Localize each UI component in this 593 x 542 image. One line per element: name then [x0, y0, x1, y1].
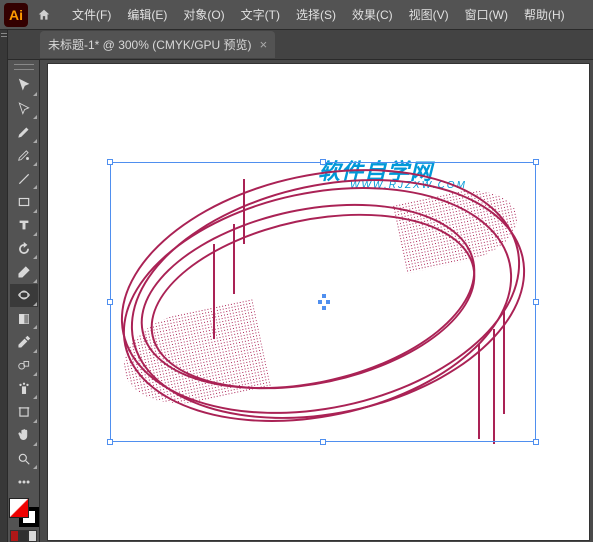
handle-ml[interactable]	[107, 299, 113, 305]
menu-effect[interactable]: 效果(C)	[344, 6, 401, 23]
handle-mr[interactable]	[533, 299, 539, 305]
menu-object[interactable]: 对象(O)	[175, 6, 232, 23]
menu-view[interactable]: 视图(V)	[401, 6, 457, 23]
handle-bl[interactable]	[107, 439, 113, 445]
direct-selection-tool[interactable]	[10, 97, 38, 120]
symbol-sprayer-tool[interactable]	[10, 377, 38, 400]
panel-grip-icon[interactable]	[1, 33, 7, 38]
toolbar	[8, 60, 40, 542]
hand-tool[interactable]	[10, 424, 38, 447]
zoom-tool[interactable]	[10, 447, 38, 470]
menu-window[interactable]: 窗口(W)	[457, 6, 516, 23]
width-tool[interactable]	[10, 284, 38, 307]
type-tool[interactable]	[10, 214, 38, 237]
artboard[interactable]: 软件自学网 WWW.RJZXW.COM	[48, 64, 589, 540]
rectangle-tool[interactable]	[10, 190, 38, 213]
blend-tool[interactable]	[10, 354, 38, 377]
panel-strip	[0, 30, 8, 542]
curvature-tool[interactable]	[10, 144, 38, 167]
tab-close-icon[interactable]: ×	[260, 37, 268, 52]
menu-select[interactable]: 选择(S)	[288, 6, 344, 23]
menu-edit[interactable]: 编辑(E)	[119, 6, 175, 23]
handle-tr[interactable]	[533, 159, 539, 165]
menu-help[interactable]: 帮助(H)	[516, 6, 573, 23]
swatch-b[interactable]	[19, 530, 28, 542]
eraser-tool[interactable]	[10, 260, 38, 283]
pen-tool[interactable]	[10, 120, 38, 143]
toolbar-more[interactable]	[10, 470, 38, 493]
artboard-tool[interactable]	[10, 400, 38, 423]
menu-type[interactable]: 文字(T)	[233, 6, 288, 23]
line-tool[interactable]	[10, 167, 38, 190]
handle-tm[interactable]	[320, 159, 326, 165]
color-mode-swatches[interactable]	[10, 530, 38, 542]
selection-tool[interactable]	[10, 74, 38, 97]
eyedropper-tool[interactable]	[10, 330, 38, 353]
handle-tl[interactable]	[107, 159, 113, 165]
menubar: Ai 文件(F) 编辑(E) 对象(O) 文字(T) 选择(S) 效果(C) 视…	[0, 0, 593, 30]
fill-swatch[interactable]	[9, 498, 29, 518]
rotate-tool[interactable]	[10, 237, 38, 260]
app-icon: Ai	[4, 3, 28, 27]
home-icon[interactable]	[34, 5, 54, 25]
tab-title: 未标题-1* @ 300% (CMYK/GPU 预览)	[48, 36, 252, 53]
fill-stroke-control[interactable]	[9, 498, 39, 527]
gradient-tool[interactable]	[10, 307, 38, 330]
toolbar-grip-icon[interactable]	[14, 64, 34, 70]
swatch-c[interactable]	[28, 530, 37, 542]
canvas-area[interactable]: 软件自学网 WWW.RJZXW.COM	[40, 60, 593, 542]
selection-bounding-box[interactable]	[110, 162, 536, 442]
handle-br[interactable]	[533, 439, 539, 445]
menu-file[interactable]: 文件(F)	[64, 6, 119, 23]
handle-bm[interactable]	[320, 439, 326, 445]
tabbar: 未标题-1* @ 300% (CMYK/GPU 预览) ×	[0, 30, 593, 60]
document-tab[interactable]: 未标题-1* @ 300% (CMYK/GPU 预览) ×	[40, 31, 275, 58]
swatch-a[interactable]	[10, 530, 19, 542]
